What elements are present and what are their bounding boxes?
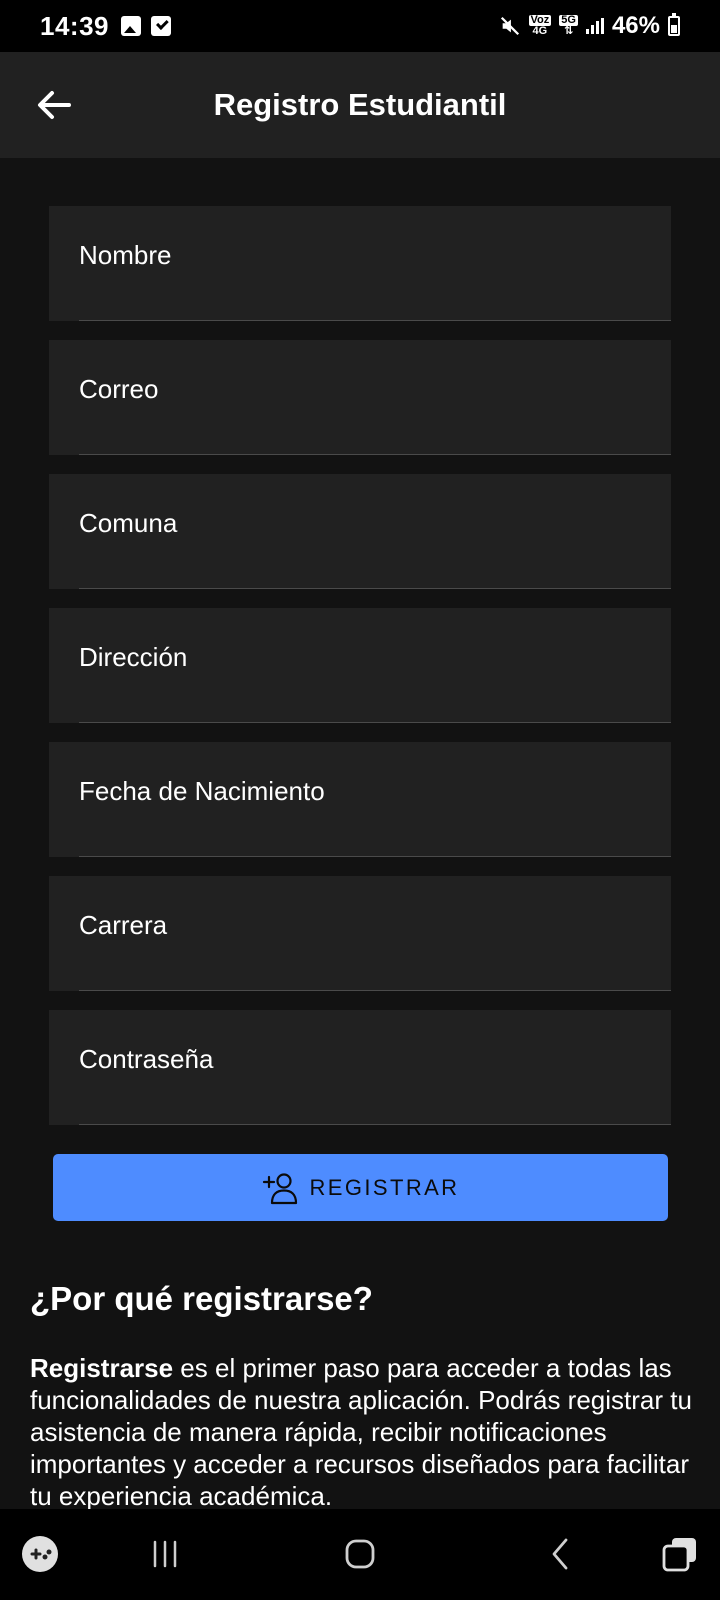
system-back-button[interactable] — [530, 1529, 590, 1579]
email-field[interactable]: Correo — [49, 340, 671, 455]
field-underline — [79, 320, 671, 321]
password-field[interactable]: Contraseña — [49, 1010, 671, 1125]
address-field[interactable]: Dirección — [49, 608, 671, 723]
register-button-label: REGISTRAR — [309, 1174, 460, 1200]
add-user-icon — [262, 1172, 297, 1204]
battery-icon — [668, 13, 680, 36]
birthdate-field[interactable]: Fecha de Nacimiento — [49, 742, 671, 857]
multi-window-button[interactable] — [655, 1529, 705, 1579]
page-title: Registro Estudiantil — [213, 87, 507, 122]
field-underline — [79, 454, 671, 455]
field-underline — [79, 722, 671, 723]
recent-apps-icon — [153, 1540, 177, 1568]
back-button[interactable] — [30, 81, 78, 129]
name-input[interactable] — [49, 206, 671, 321]
info-paragraph: Registrarse es el primer paso para acced… — [30, 1352, 700, 1512]
game-launcher-button[interactable] — [18, 1529, 62, 1579]
info-heading: ¿Por qué registrarse? — [30, 1280, 373, 1317]
chevron-left-icon — [552, 1538, 568, 1570]
field-underline — [79, 856, 671, 857]
multi-window-icon — [662, 1538, 696, 1572]
signal-strength-icon — [585, 18, 604, 34]
email-input[interactable] — [49, 340, 671, 455]
commune-field[interactable]: Comuna — [49, 474, 671, 589]
career-field[interactable]: Carrera — [49, 876, 671, 991]
registration-form: Nombre Correo Comuna Dirección Fecha de … — [49, 206, 671, 1144]
app-bar: Registro Estudiantil — [0, 52, 720, 158]
career-input[interactable] — [49, 876, 671, 991]
status-indicators: Voz 4G 5G ⇅ 46% — [499, 12, 680, 40]
commune-input[interactable] — [49, 474, 671, 589]
field-underline — [79, 990, 671, 991]
home-button[interactable] — [330, 1529, 390, 1579]
status-notification-icons — [121, 16, 171, 36]
network-5g-indicator: 5G ⇅ — [559, 14, 578, 37]
status-bar: 14:39 Voz 4G 5G ⇅ 46% — [0, 0, 720, 52]
name-field[interactable]: Nombre — [49, 206, 671, 321]
gallery-notification-icon — [121, 16, 141, 36]
screen: 14:39 Voz 4G 5G ⇅ 46% Registro Estudiant… — [0, 0, 720, 1600]
home-icon — [345, 1539, 375, 1569]
arrow-left-icon — [38, 91, 71, 119]
volte-indicator: Voz 4G — [528, 14, 552, 37]
recent-apps-button[interactable] — [135, 1529, 195, 1579]
system-nav-bar — [0, 1509, 720, 1600]
task-notification-icon — [151, 16, 171, 36]
birthdate-input[interactable] — [49, 742, 671, 857]
field-underline — [79, 1124, 671, 1125]
info-bold-lead: Registrarse — [30, 1353, 174, 1383]
address-input[interactable] — [49, 608, 671, 723]
battery-percent: 46% — [611, 12, 660, 39]
mute-icon — [500, 16, 519, 36]
gamepad-icon — [22, 1536, 58, 1572]
password-input[interactable] — [49, 1010, 671, 1125]
status-time: 14:39 — [40, 10, 109, 41]
register-button[interactable]: REGISTRAR — [53, 1154, 668, 1221]
field-underline — [79, 588, 671, 589]
